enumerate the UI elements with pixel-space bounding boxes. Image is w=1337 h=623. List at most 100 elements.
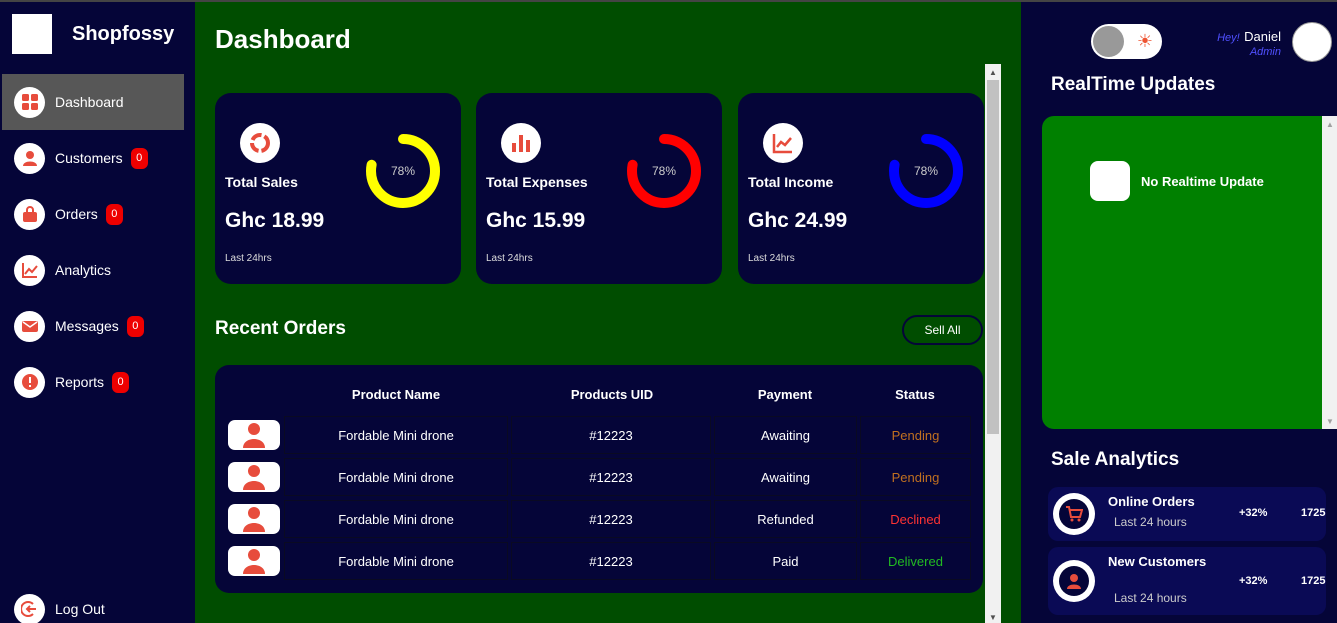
card-period: Last 24hrs <box>225 253 272 264</box>
sidebar-item-analytics[interactable]: Analytics <box>2 242 184 298</box>
scroll-down-arrow-icon[interactable]: ▼ <box>985 609 1001 623</box>
logout-icon <box>14 593 45 623</box>
sidebar-item-label: Analytics <box>55 262 112 278</box>
realtime-scrollbar[interactable]: ▲ ▼ <box>1322 116 1337 429</box>
sidebar-item-label: Customers <box>55 150 123 166</box>
payment-status: Refunded <box>714 500 857 538</box>
progress-percent: 78% <box>913 164 939 178</box>
donut-icon <box>240 123 280 163</box>
person-icon <box>243 549 265 574</box>
chart-line-icon <box>14 254 45 286</box>
product-uid: #12223 <box>511 416 711 454</box>
column-header-product-name: Product Name <box>351 387 441 402</box>
progress-percent: 78% <box>390 164 416 178</box>
card-title: Total Income <box>748 174 834 190</box>
order-status: Pending <box>860 458 971 496</box>
main-scrollbar[interactable]: ▲ ▼ <box>985 64 1001 623</box>
card-period: Last 24hrs <box>748 253 795 264</box>
update-icon <box>1090 161 1130 201</box>
analytics-name: Online Orders <box>1108 494 1195 509</box>
table-row[interactable]: Fordable Mini drone #12223 Paid Delivere… <box>227 542 971 580</box>
analytics-name: New Customers <box>1108 554 1207 569</box>
notification-badge: 0 <box>112 371 130 393</box>
analytics-period: Last 24 hours <box>1114 515 1187 529</box>
sidebar-item-label: Orders <box>55 206 98 222</box>
product-uid: #12223 <box>511 542 711 580</box>
recent-orders-table: Product Name Products UID Payment Status… <box>215 365 983 593</box>
progress-ring: 78% <box>365 133 441 209</box>
cart-icon <box>1053 493 1095 535</box>
stat-card-total-expenses: Total Expenses Ghc 15.99 Last 24hrs 78% <box>476 93 722 284</box>
product-uid: #12223 <box>511 458 711 496</box>
realtime-updates-panel: No Realtime Update ▲ ▼ <box>1042 116 1337 429</box>
analytics-card-new-customers[interactable]: New Customers Last 24 hours +32% 1725 <box>1048 547 1326 615</box>
progress-ring: 78% <box>888 133 964 209</box>
product-thumbnail <box>227 542 281 580</box>
table-row[interactable]: Fordable Mini drone #12223 Awaiting Pend… <box>227 458 971 496</box>
avatar[interactable] <box>1292 22 1332 62</box>
sidebar-item-label: Dashboard <box>55 94 124 110</box>
scroll-up-arrow-icon[interactable]: ▲ <box>985 64 1001 80</box>
product-thumbnail <box>227 458 281 496</box>
product-name: Fordable Mini drone <box>284 416 508 454</box>
logout-button[interactable]: Log Out <box>2 581 184 623</box>
brand-logo <box>12 14 52 54</box>
scrollbar-thumb[interactable] <box>987 80 999 434</box>
sidebar: Shopfossy Dashboard Customers 0 Orders 0… <box>0 0 195 623</box>
person-icon <box>243 423 265 448</box>
bag-icon <box>14 198 45 230</box>
sidebar-item-dashboard[interactable]: Dashboard <box>2 74 184 130</box>
brand[interactable]: Shopfossy <box>12 14 174 54</box>
analytics-period: Last 24 hours <box>1114 591 1187 605</box>
product-uid: #12223 <box>511 500 711 538</box>
greeting-hey: Hey! <box>1217 32 1240 44</box>
column-header-products-uid: Products UID <box>570 387 654 402</box>
grid-icon <box>14 86 45 118</box>
sale-analytics-title: Sale Analytics <box>1051 449 1180 470</box>
sidebar-item-orders[interactable]: Orders 0 <box>2 186 184 242</box>
page-title: Dashboard <box>215 24 351 54</box>
realtime-message: No Realtime Update <box>1141 174 1264 189</box>
analytics-card-online-orders[interactable]: Online Orders Last 24 hours +32% 1725 <box>1048 487 1326 541</box>
order-status: Declined <box>860 500 971 538</box>
order-status: Pending <box>860 416 971 454</box>
sidebar-item-reports[interactable]: Reports 0 <box>2 354 184 410</box>
sidebar-item-customers[interactable]: Customers 0 <box>2 130 184 186</box>
card-period: Last 24hrs <box>486 253 533 264</box>
sidebar-item-label: Reports <box>55 374 105 390</box>
product-thumbnail <box>227 416 281 454</box>
table-row[interactable]: Fordable Mini drone #12223 Awaiting Pend… <box>227 416 971 454</box>
alert-icon <box>14 366 45 398</box>
column-header-payment: Payment <box>757 387 813 402</box>
table-row[interactable]: Fordable Mini drone #12223 Refunded Decl… <box>227 500 971 538</box>
analytics-percent: +32% <box>1239 507 1268 519</box>
progress-percent: 78% <box>651 164 677 178</box>
payment-status: Awaiting <box>714 416 857 454</box>
column-header-status: Status <box>895 387 935 402</box>
product-name: Fordable Mini drone <box>284 500 508 538</box>
sun-icon: ☀ <box>1136 31 1153 51</box>
scroll-up-arrow-icon[interactable]: ▲ <box>1322 116 1337 132</box>
product-name: Fordable Mini drone <box>284 458 508 496</box>
mail-icon <box>14 310 45 342</box>
card-value: Ghc 24.99 <box>748 209 848 232</box>
user-role: Admin <box>1249 46 1281 58</box>
main-content: Dashboard Total Sales Ghc 18.99 Last 24h… <box>195 0 1021 623</box>
card-value: Ghc 18.99 <box>225 209 325 232</box>
user-name: Daniel <box>1244 29 1281 44</box>
scroll-down-arrow-icon[interactable]: ▼ <box>1322 413 1337 429</box>
brand-name: Shopfossy <box>72 22 175 45</box>
sidebar-item-messages[interactable]: Messages 0 <box>2 298 184 354</box>
sell-all-button[interactable]: Sell All <box>902 315 983 345</box>
sidebar-item-label: Messages <box>55 318 119 334</box>
user-greeting: Hey! Daniel Admin <box>1217 28 1281 58</box>
payment-status: Paid <box>714 542 857 580</box>
stat-card-total-income: Total Income Ghc 24.99 Last 24hrs 78% <box>738 93 984 284</box>
trend-chart-icon <box>763 123 803 163</box>
payment-status: Awaiting <box>714 458 857 496</box>
realtime-updates-title: RealTime Updates <box>1051 74 1216 95</box>
toggle-knob <box>1093 26 1124 57</box>
analytics-percent: +32% <box>1239 575 1268 587</box>
theme-toggle[interactable]: ☀ <box>1091 24 1162 59</box>
person-icon <box>243 507 265 532</box>
